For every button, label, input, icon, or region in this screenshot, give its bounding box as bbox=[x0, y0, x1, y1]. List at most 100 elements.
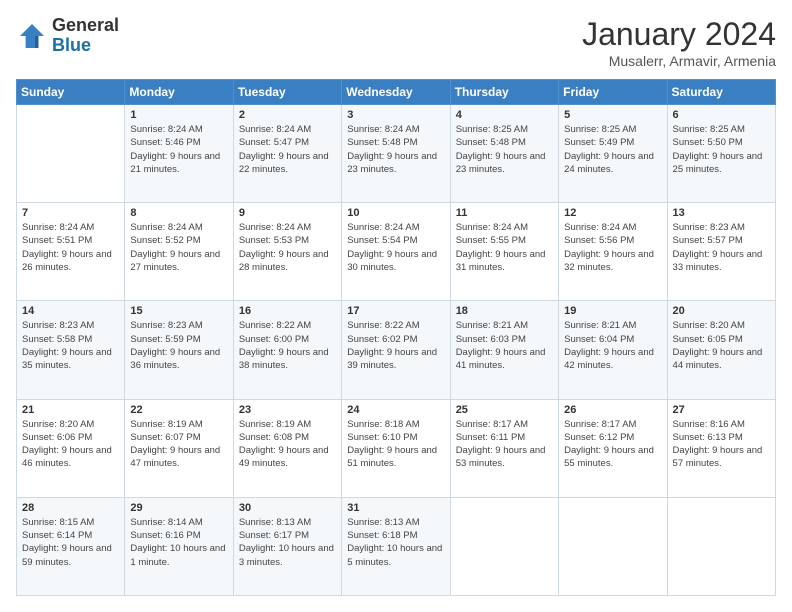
page: General Blue January 2024 Musalerr, Arma… bbox=[0, 0, 792, 612]
day-number: 2 bbox=[239, 109, 336, 121]
day-info: Sunrise: 8:20 AM Sunset: 6:05 PM Dayligh… bbox=[673, 319, 770, 372]
logo-blue-text: Blue bbox=[52, 36, 119, 56]
sunset-text: Sunset: 5:53 PM bbox=[239, 235, 309, 246]
calendar-cell: 17 Sunrise: 8:22 AM Sunset: 6:02 PM Dayl… bbox=[342, 301, 450, 399]
calendar-cell: 2 Sunrise: 8:24 AM Sunset: 5:47 PM Dayli… bbox=[233, 105, 341, 203]
sunset-text: Sunset: 6:10 PM bbox=[347, 432, 417, 443]
sunset-text: Sunset: 5:52 PM bbox=[130, 235, 200, 246]
daylight-text: Daylight: 9 hours and 23 minutes. bbox=[456, 151, 546, 175]
sunset-text: Sunset: 5:50 PM bbox=[673, 137, 743, 148]
daylight-text: Daylight: 10 hours and 5 minutes. bbox=[347, 543, 442, 567]
daylight-text: Daylight: 9 hours and 47 minutes. bbox=[130, 445, 220, 469]
sunset-text: Sunset: 5:56 PM bbox=[564, 235, 634, 246]
sunrise-text: Sunrise: 8:21 AM bbox=[564, 320, 636, 331]
daylight-text: Daylight: 9 hours and 26 minutes. bbox=[22, 249, 112, 273]
week-row-5: 28 Sunrise: 8:15 AM Sunset: 6:14 PM Dayl… bbox=[17, 497, 776, 595]
day-info: Sunrise: 8:24 AM Sunset: 5:54 PM Dayligh… bbox=[347, 221, 444, 274]
day-info: Sunrise: 8:24 AM Sunset: 5:47 PM Dayligh… bbox=[239, 123, 336, 176]
day-info: Sunrise: 8:25 AM Sunset: 5:50 PM Dayligh… bbox=[673, 123, 770, 176]
sunrise-text: Sunrise: 8:20 AM bbox=[22, 419, 94, 430]
sunrise-text: Sunrise: 8:24 AM bbox=[564, 222, 636, 233]
day-info: Sunrise: 8:24 AM Sunset: 5:52 PM Dayligh… bbox=[130, 221, 227, 274]
daylight-text: Daylight: 9 hours and 27 minutes. bbox=[130, 249, 220, 273]
daylight-text: Daylight: 9 hours and 51 minutes. bbox=[347, 445, 437, 469]
sunrise-text: Sunrise: 8:25 AM bbox=[673, 124, 745, 135]
daylight-text: Daylight: 9 hours and 31 minutes. bbox=[456, 249, 546, 273]
calendar-cell: 6 Sunrise: 8:25 AM Sunset: 5:50 PM Dayli… bbox=[667, 105, 775, 203]
day-info: Sunrise: 8:16 AM Sunset: 6:13 PM Dayligh… bbox=[673, 418, 770, 471]
sunset-text: Sunset: 6:03 PM bbox=[456, 334, 526, 345]
day-info: Sunrise: 8:22 AM Sunset: 6:00 PM Dayligh… bbox=[239, 319, 336, 372]
day-info: Sunrise: 8:21 AM Sunset: 6:04 PM Dayligh… bbox=[564, 319, 661, 372]
daylight-text: Daylight: 9 hours and 30 minutes. bbox=[347, 249, 437, 273]
sunset-text: Sunset: 5:58 PM bbox=[22, 334, 92, 345]
day-info: Sunrise: 8:24 AM Sunset: 5:55 PM Dayligh… bbox=[456, 221, 553, 274]
sunrise-text: Sunrise: 8:19 AM bbox=[239, 419, 311, 430]
calendar-cell: 12 Sunrise: 8:24 AM Sunset: 5:56 PM Dayl… bbox=[559, 203, 667, 301]
calendar-cell: 16 Sunrise: 8:22 AM Sunset: 6:00 PM Dayl… bbox=[233, 301, 341, 399]
calendar-cell: 20 Sunrise: 8:20 AM Sunset: 6:05 PM Dayl… bbox=[667, 301, 775, 399]
calendar-cell: 4 Sunrise: 8:25 AM Sunset: 5:48 PM Dayli… bbox=[450, 105, 558, 203]
weekday-header-tuesday: Tuesday bbox=[233, 80, 341, 105]
calendar-cell: 18 Sunrise: 8:21 AM Sunset: 6:03 PM Dayl… bbox=[450, 301, 558, 399]
daylight-text: Daylight: 9 hours and 44 minutes. bbox=[673, 347, 763, 371]
sunrise-text: Sunrise: 8:24 AM bbox=[347, 124, 419, 135]
day-number: 17 bbox=[347, 305, 444, 317]
daylight-text: Daylight: 9 hours and 55 minutes. bbox=[564, 445, 654, 469]
day-number: 9 bbox=[239, 207, 336, 219]
logo: General Blue bbox=[16, 16, 119, 56]
daylight-text: Daylight: 9 hours and 21 minutes. bbox=[130, 151, 220, 175]
day-number: 20 bbox=[673, 305, 770, 317]
day-info: Sunrise: 8:21 AM Sunset: 6:03 PM Dayligh… bbox=[456, 319, 553, 372]
day-number: 23 bbox=[239, 404, 336, 416]
title-section: January 2024 Musalerr, Armavir, Armenia bbox=[582, 16, 776, 69]
sunset-text: Sunset: 6:16 PM bbox=[130, 530, 200, 541]
calendar-cell: 22 Sunrise: 8:19 AM Sunset: 6:07 PM Dayl… bbox=[125, 399, 233, 497]
day-number: 11 bbox=[456, 207, 553, 219]
daylight-text: Daylight: 9 hours and 59 minutes. bbox=[22, 543, 112, 567]
calendar-cell: 19 Sunrise: 8:21 AM Sunset: 6:04 PM Dayl… bbox=[559, 301, 667, 399]
day-info: Sunrise: 8:20 AM Sunset: 6:06 PM Dayligh… bbox=[22, 418, 119, 471]
calendar-cell: 10 Sunrise: 8:24 AM Sunset: 5:54 PM Dayl… bbox=[342, 203, 450, 301]
day-info: Sunrise: 8:22 AM Sunset: 6:02 PM Dayligh… bbox=[347, 319, 444, 372]
week-row-3: 14 Sunrise: 8:23 AM Sunset: 5:58 PM Dayl… bbox=[17, 301, 776, 399]
sunrise-text: Sunrise: 8:13 AM bbox=[347, 517, 419, 528]
day-number: 14 bbox=[22, 305, 119, 317]
day-number: 29 bbox=[130, 502, 227, 514]
daylight-text: Daylight: 9 hours and 46 minutes. bbox=[22, 445, 112, 469]
sunrise-text: Sunrise: 8:22 AM bbox=[239, 320, 311, 331]
daylight-text: Daylight: 9 hours and 36 minutes. bbox=[130, 347, 220, 371]
daylight-text: Daylight: 9 hours and 25 minutes. bbox=[673, 151, 763, 175]
sunset-text: Sunset: 5:48 PM bbox=[456, 137, 526, 148]
day-number: 15 bbox=[130, 305, 227, 317]
day-number: 27 bbox=[673, 404, 770, 416]
weekday-header-row: SundayMondayTuesdayWednesdayThursdayFrid… bbox=[17, 80, 776, 105]
daylight-text: Daylight: 9 hours and 35 minutes. bbox=[22, 347, 112, 371]
day-info: Sunrise: 8:19 AM Sunset: 6:08 PM Dayligh… bbox=[239, 418, 336, 471]
day-info: Sunrise: 8:24 AM Sunset: 5:46 PM Dayligh… bbox=[130, 123, 227, 176]
day-number: 4 bbox=[456, 109, 553, 121]
daylight-text: Daylight: 9 hours and 49 minutes. bbox=[239, 445, 329, 469]
calendar-cell: 21 Sunrise: 8:20 AM Sunset: 6:06 PM Dayl… bbox=[17, 399, 125, 497]
calendar-cell: 26 Sunrise: 8:17 AM Sunset: 6:12 PM Dayl… bbox=[559, 399, 667, 497]
sunset-text: Sunset: 5:51 PM bbox=[22, 235, 92, 246]
sunrise-text: Sunrise: 8:17 AM bbox=[564, 419, 636, 430]
week-row-4: 21 Sunrise: 8:20 AM Sunset: 6:06 PM Dayl… bbox=[17, 399, 776, 497]
day-number: 19 bbox=[564, 305, 661, 317]
day-info: Sunrise: 8:25 AM Sunset: 5:48 PM Dayligh… bbox=[456, 123, 553, 176]
day-number: 22 bbox=[130, 404, 227, 416]
month-title: January 2024 bbox=[582, 16, 776, 53]
sunset-text: Sunset: 5:47 PM bbox=[239, 137, 309, 148]
week-row-1: 1 Sunrise: 8:24 AM Sunset: 5:46 PM Dayli… bbox=[17, 105, 776, 203]
day-number: 7 bbox=[22, 207, 119, 219]
day-info: Sunrise: 8:14 AM Sunset: 6:16 PM Dayligh… bbox=[130, 516, 227, 569]
sunrise-text: Sunrise: 8:25 AM bbox=[456, 124, 528, 135]
day-info: Sunrise: 8:18 AM Sunset: 6:10 PM Dayligh… bbox=[347, 418, 444, 471]
logo-general-text: General bbox=[52, 16, 119, 36]
sunset-text: Sunset: 6:07 PM bbox=[130, 432, 200, 443]
calendar-cell bbox=[17, 105, 125, 203]
sunset-text: Sunset: 6:06 PM bbox=[22, 432, 92, 443]
calendar-cell: 3 Sunrise: 8:24 AM Sunset: 5:48 PM Dayli… bbox=[342, 105, 450, 203]
sunrise-text: Sunrise: 8:15 AM bbox=[22, 517, 94, 528]
logo-icon bbox=[16, 20, 48, 52]
